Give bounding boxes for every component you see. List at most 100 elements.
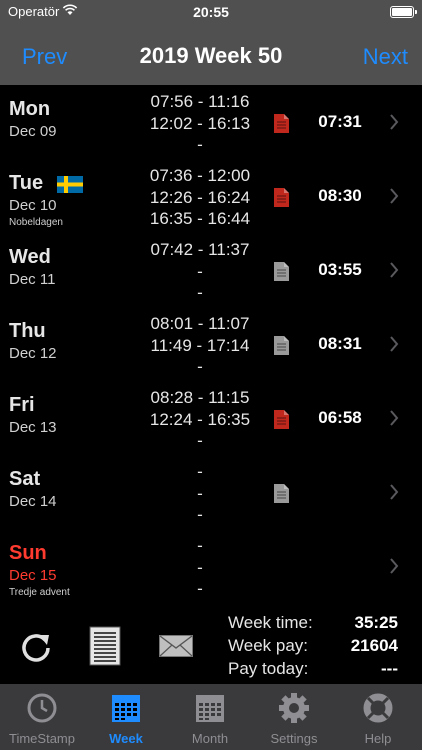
day-name: Mon <box>9 98 51 120</box>
time-entries: 07:42 - 11:37 - - <box>130 239 270 304</box>
status-bar: Operatör 20:55 <box>0 0 422 28</box>
day-date: Dec 10 <box>9 197 57 214</box>
notes-icon[interactable] <box>89 626 121 666</box>
time-entry: - <box>197 483 203 503</box>
time-entry: - <box>197 261 203 281</box>
chevron-right-icon <box>390 262 399 278</box>
day-row-fri[interactable]: Fri Dec 13 08:28 - 11:15 12:24 - 16:35 - 06:5… <box>0 382 422 456</box>
tab-week[interactable]: Week <box>84 684 168 750</box>
time-entries: 08:28 - 11:15 12:24 - 16:35 - <box>130 387 270 452</box>
day-row-sat[interactable]: Sat Dec 14 - - - <box>0 456 422 530</box>
tab-bar: TimeStamp Week Month Settings Help <box>0 684 422 750</box>
day-total: 03:55 <box>318 260 362 279</box>
gear-icon <box>279 693 309 723</box>
time-entries: - - - <box>130 535 270 600</box>
day-date: Dec 14 <box>9 493 57 510</box>
time-entry: - <box>197 505 203 524</box>
day-name: Sat <box>9 468 41 490</box>
day-row-sun[interactable]: Sun Dec 15 Tredje advent - - - <box>0 530 422 604</box>
day-name: Thu <box>9 320 46 342</box>
time-entry: - <box>197 462 203 481</box>
day-total: 07:31 <box>318 112 362 131</box>
nav-bar: Prev 2019 Week 50 Next <box>0 28 422 85</box>
tab-label: Settings <box>270 731 318 746</box>
time-entry: - <box>197 536 203 555</box>
holiday-name: Tredje advent <box>9 587 70 598</box>
note-document-icon <box>274 188 289 207</box>
tab-timestamp[interactable]: TimeStamp <box>0 684 84 750</box>
time-entries: 08:01 - 11:07 11:49 - 17:14 - <box>130 313 270 378</box>
pay-today-row: Pay today: --- <box>228 659 398 681</box>
calendar-week-icon <box>112 695 140 722</box>
day-date: Dec 09 <box>9 123 57 140</box>
day-date: Dec 13 <box>9 419 57 436</box>
time-entry: 12:24 - 16:35 <box>149 409 251 429</box>
note-document-icon <box>274 336 289 355</box>
day-row-mon[interactable]: Mon Dec 09 07:56 - 11:16 12:02 - 16:13 - 07:3… <box>0 86 422 160</box>
day-row-thu[interactable]: Thu Dec 12 08:01 - 11:07 11:49 - 17:14 - 08:3… <box>0 308 422 382</box>
day-total: 08:31 <box>318 334 362 353</box>
time-entry: 08:28 - 11:15 <box>150 388 250 407</box>
time-entry: - <box>197 557 203 577</box>
time-entry: - <box>197 431 203 450</box>
page-title: 2019 Week 50 <box>139 43 283 68</box>
holiday-name: Nobeldagen <box>9 217 63 228</box>
day-total: 06:58 <box>318 408 362 427</box>
tab-label: TimeStamp <box>9 731 75 746</box>
time-entry: 08:01 - 11:07 <box>150 314 250 333</box>
note-document-icon <box>274 410 289 429</box>
tab-help[interactable]: Help <box>336 684 420 750</box>
day-row-wed[interactable]: Wed Dec 11 07:42 - 11:37 - - 03:55 <box>0 234 422 308</box>
note-document-icon <box>274 484 289 503</box>
time-entry: 07:36 - 12:00 <box>149 166 251 185</box>
time-entries: 07:56 - 11:16 12:02 - 16:13 - <box>130 91 270 156</box>
day-row-tue[interactable]: Tue Dec 10 Nobeldagen 07:36 - 12:00 12:26 - … <box>0 160 422 234</box>
sweden-flag-icon <box>57 176 83 193</box>
time-entry: 11:49 - 17:14 <box>150 335 250 355</box>
time-entry: 12:26 - 16:24 <box>149 187 251 207</box>
time-entry: 07:42 - 11:37 <box>150 240 250 259</box>
week-pay-label: Week pay: <box>228 636 309 655</box>
tab-label: Help <box>364 731 392 746</box>
battery-icon <box>390 6 417 18</box>
time-entry: - <box>197 135 203 154</box>
week-day-list: Mon Dec 09 07:56 - 11:16 12:02 - 16:13 - 07:3… <box>0 86 422 604</box>
clock-icon <box>27 693 57 723</box>
tab-label: Week <box>109 731 143 746</box>
lifebuoy-icon <box>363 693 393 723</box>
tab-month[interactable]: Month <box>168 684 252 750</box>
day-name: Sun <box>9 542 47 564</box>
day-date: Dec 15 <box>9 567 57 584</box>
time-entries: 07:36 - 12:00 12:26 - 16:24 16:35 - 16:44 <box>130 165 270 230</box>
time-entry: - <box>197 283 203 302</box>
chevron-right-icon <box>390 188 399 204</box>
pay-today-label: Pay today: <box>228 659 309 678</box>
chevron-right-icon <box>390 336 399 352</box>
day-date: Dec 12 <box>9 345 57 362</box>
time-entries: - - - <box>130 461 270 526</box>
week-time-value: 35:25 <box>354 613 398 632</box>
time-entry: 07:56 - 11:16 <box>150 92 250 111</box>
calendar-month-icon <box>196 695 224 722</box>
pay-today-value: --- <box>381 659 398 678</box>
status-time: 20:55 <box>193 4 229 20</box>
time-entry: 16:35 - 16:44 <box>149 209 251 228</box>
time-entry: - <box>197 357 203 376</box>
chevron-right-icon <box>390 114 399 130</box>
refresh-icon[interactable] <box>18 630 54 666</box>
tab-label: Month <box>191 731 229 746</box>
chevron-right-icon <box>390 410 399 426</box>
mail-icon[interactable] <box>159 635 193 657</box>
week-pay-row: Week pay: 21604 <box>228 636 398 658</box>
chevron-right-icon <box>390 484 399 500</box>
day-name: Tue <box>9 172 44 194</box>
week-summary: Week time: 35:25 Week pay: 21604 Pay tod… <box>0 604 422 684</box>
week-time-row: Week time: 35:25 <box>228 613 398 635</box>
day-date: Dec 11 <box>9 271 56 288</box>
day-name: Fri <box>9 394 35 416</box>
time-entry: - <box>197 579 203 598</box>
next-week-button[interactable]: Next <box>363 44 408 70</box>
day-name: Wed <box>9 246 51 268</box>
tab-settings[interactable]: Settings <box>252 684 336 750</box>
chevron-right-icon <box>390 558 399 574</box>
